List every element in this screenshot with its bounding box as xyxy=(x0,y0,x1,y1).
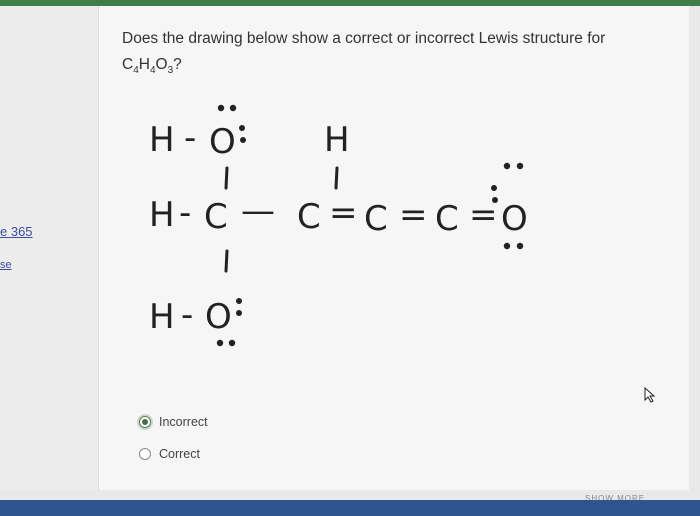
atom-o-right: O xyxy=(501,199,528,239)
atom-h-top-left: H xyxy=(149,120,175,160)
bond-c3-c4: = xyxy=(399,195,428,235)
atom-h-middle-left: H xyxy=(149,195,175,235)
question-panel: Does the drawing below show a correct or… xyxy=(98,6,689,490)
atom-c4: C xyxy=(435,199,459,239)
atom-c2: C xyxy=(297,197,321,237)
atom-o-top: O xyxy=(209,122,236,162)
option-correct-label: Correct xyxy=(159,447,200,461)
bond-o-c1 xyxy=(224,166,229,190)
left-gutter: e 365 se xyxy=(0,6,98,490)
bond-c1-c2: — xyxy=(241,191,275,231)
option-incorrect[interactable]: Incorrect xyxy=(139,415,208,429)
gutter-link-2[interactable]: se xyxy=(0,259,12,271)
atom-h-bottom: H xyxy=(149,297,175,337)
atom-c3: C xyxy=(364,199,388,239)
question-text: Does the drawing below show a correct or… xyxy=(122,26,662,84)
atom-c1: C xyxy=(204,197,228,237)
option-correct[interactable]: Correct xyxy=(139,447,200,461)
bond-h-o-bottom: - xyxy=(181,295,193,335)
mouse-cursor-icon xyxy=(644,387,656,403)
gutter-link-1[interactable]: e 365 xyxy=(0,224,33,239)
question-prompt: Does the drawing below show a correct or… xyxy=(122,30,606,47)
bond-c1-o-bottom xyxy=(224,249,229,273)
lewis-structure-drawing: H - O H H - C — C = C = C = O H - O xyxy=(149,104,528,347)
bond-h-c2 xyxy=(334,166,339,190)
molecular-formula: C4H4O3? xyxy=(122,56,182,77)
bond-c2-c3: = xyxy=(329,193,358,233)
atom-h-top-right: H xyxy=(324,120,350,160)
option-incorrect-label: Incorrect xyxy=(159,415,208,429)
bond-h-c1: - xyxy=(179,193,191,233)
bond-h-o-top: - xyxy=(184,118,196,158)
atom-o-bottom: O xyxy=(205,297,232,337)
radio-correct[interactable] xyxy=(139,448,151,460)
bottom-bar xyxy=(0,500,700,516)
radio-incorrect[interactable] xyxy=(139,416,151,428)
